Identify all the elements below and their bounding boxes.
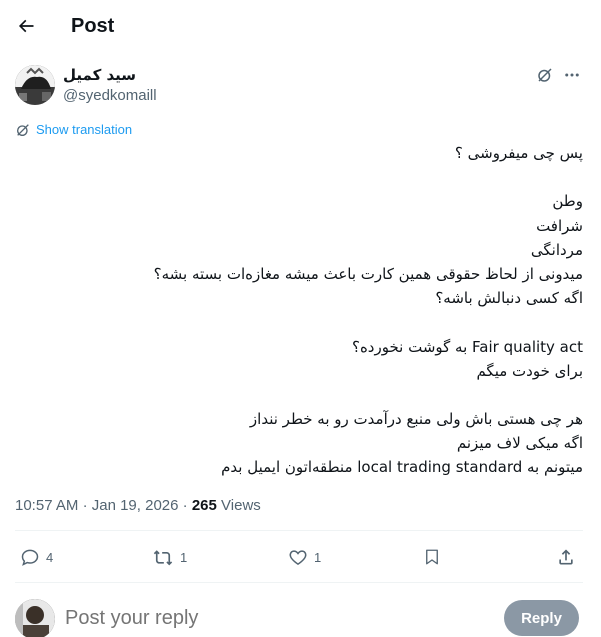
grok-icon — [538, 68, 552, 82]
share-action[interactable] — [556, 545, 576, 569]
reply-count: 4 — [46, 549, 54, 565]
views-label: Views — [221, 497, 261, 514]
back-button[interactable] — [8, 8, 44, 44]
tweet-line: برای خودت میگم — [476, 361, 583, 380]
bookmark-icon — [426, 549, 438, 565]
like-count: 1 — [314, 549, 322, 565]
meta-separator: · — [82, 497, 92, 514]
tweet-meta: 10:57 AM · Jan 19, 2026 · 265 Views — [15, 497, 261, 515]
tweet-line: میتونم به local trading standard منطقه‌ا… — [221, 458, 583, 477]
more-icon — [565, 73, 579, 77]
author-display-name[interactable]: سید کمیل — [63, 66, 136, 84]
reply-composer: Reply — [0, 590, 601, 637]
meta-separator: · — [182, 497, 192, 514]
page-title: Post — [71, 15, 115, 37]
tweet-line: شرافت — [536, 216, 583, 235]
reply-icon — [21, 549, 39, 566]
translate-icon — [17, 124, 29, 136]
tweet-line — [15, 383, 583, 407]
tweet-line: اگه کسی دنبالش باشه؟ — [435, 289, 583, 308]
tweet-time[interactable]: 10:57 AM — [15, 497, 78, 514]
reply-button[interactable]: Reply — [504, 600, 579, 636]
tweet-line: هر چی هستی باش ولی منبع درآمدت رو به خطر… — [249, 410, 583, 429]
tweet-date[interactable]: Jan 19, 2026 — [92, 497, 179, 514]
grok-button[interactable] — [534, 64, 556, 86]
share-icon — [559, 549, 573, 565]
current-user-avatar — [15, 599, 55, 637]
author-handle[interactable]: @syedkomaill — [63, 87, 157, 105]
back-arrow-icon — [18, 19, 34, 33]
repost-icon — [153, 550, 173, 566]
views-count: 265 — [191, 497, 217, 514]
reply-action[interactable]: 4 — [20, 545, 53, 569]
like-action[interactable]: 1 — [288, 545, 321, 569]
divider — [15, 530, 583, 531]
more-options-button[interactable] — [560, 64, 584, 86]
tweet-line: میدونی از لحاظ حقوقی همین کارت باعث میشه… — [153, 264, 583, 283]
tweet-line: پس چی میفروشی ؟ — [454, 144, 583, 162]
bookmark-action[interactable] — [423, 545, 441, 569]
tweet-line: اگه میکی لاف میزنم — [456, 434, 583, 453]
tweet-line — [15, 165, 583, 189]
tweet-line: وطن — [552, 192, 583, 211]
repost-count: 1 — [180, 549, 188, 565]
show-translation-label: Show translation — [36, 122, 133, 137]
reply-input[interactable] — [65, 606, 485, 630]
tweet-line: مردانگی — [530, 240, 583, 259]
page-header: Post — [0, 0, 601, 53]
repost-action[interactable]: 1 — [152, 545, 187, 569]
author-avatar[interactable] — [15, 65, 55, 105]
tweet-text: پس چی میفروشی ؟ وطن شرافت مردانگی میدونی… — [15, 141, 583, 480]
divider — [15, 582, 583, 583]
tweet-line — [15, 310, 583, 334]
show-translation-link[interactable]: Show translation — [15, 122, 132, 138]
tweet-line: Fair quality act به گوشت نخورده؟ — [351, 337, 583, 356]
like-icon — [289, 550, 307, 565]
